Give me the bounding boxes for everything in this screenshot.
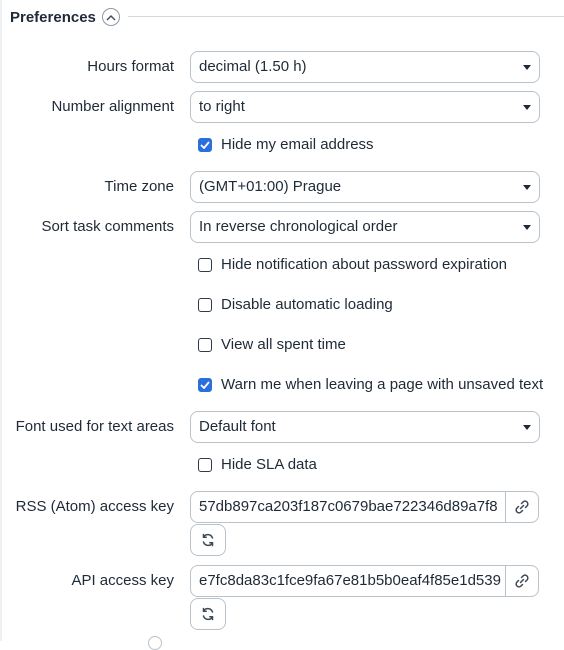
font-text-areas-value: Default font: [199, 418, 276, 435]
checkbox-checked-icon[interactable]: [198, 377, 212, 392]
font-text-areas-label: Font used for text areas: [15, 418, 174, 435]
disable-auto-loading-label: Disable automatic loading: [221, 296, 393, 313]
time-zone-value: (GMT+01:00) Prague: [199, 178, 342, 195]
sort-task-comments-label: Sort task comments: [41, 218, 174, 235]
sort-task-comments-value: In reverse chronological order: [199, 218, 398, 235]
api-key-field[interactable]: e7fc8da83c1fce9fa67e81b5b0eaf4f85e1d539: [190, 565, 506, 597]
hours-format-row: Hours format decimal (1.50 h): [0, 51, 564, 83]
refresh-icon: [202, 533, 214, 547]
time-zone-select[interactable]: (GMT+01:00) Prague: [190, 171, 540, 203]
copy-api-key-button[interactable]: [505, 565, 539, 597]
dropdown-caret-icon: [523, 65, 531, 70]
hide-password-notification-label: Hide notification about password expirat…: [221, 256, 508, 273]
section-title: Preferences: [10, 8, 96, 26]
next-section-toggle-icon[interactable]: [148, 636, 162, 650]
dropdown-caret-icon: [523, 425, 531, 430]
disable-auto-loading-checkbox[interactable]: Disable automatic loading: [198, 296, 393, 313]
regenerate-api-key-button[interactable]: [190, 598, 226, 630]
hide-email-label: Hide my email address: [221, 136, 374, 153]
link-icon: [515, 500, 529, 514]
dropdown-caret-icon: [523, 225, 531, 230]
collapse-toggle-button[interactable]: [101, 8, 120, 26]
view-all-spent-time-label: View all spent time: [221, 336, 346, 353]
api-key-label: API access key: [71, 572, 174, 589]
checkbox-checked-icon[interactable]: [198, 137, 212, 152]
sort-task-comments-row: Sort task comments In reverse chronologi…: [0, 211, 564, 243]
preferences-legend: Preferences: [10, 6, 120, 28]
dropdown-caret-icon: [523, 185, 531, 190]
sort-task-comments-select[interactable]: In reverse chronological order: [190, 211, 540, 243]
rss-key-value: 57db897ca203f187c0679bae722346d89a7f8: [199, 498, 498, 515]
hours-format-value: decimal (1.50 h): [199, 58, 307, 75]
hours-format-select[interactable]: decimal (1.50 h): [190, 51, 540, 83]
time-zone-row: Time zone (GMT+01:00) Prague: [0, 171, 564, 203]
view-all-spent-time-checkbox[interactable]: View all spent time: [198, 336, 346, 353]
link-icon: [515, 574, 529, 588]
font-text-areas-select[interactable]: Default font: [190, 411, 540, 443]
legend-divider: [128, 16, 564, 17]
hide-password-notification-checkbox[interactable]: Hide notification about password expirat…: [198, 256, 507, 273]
number-alignment-row: Number alignment to right: [0, 91, 564, 123]
number-alignment-value: to right: [199, 98, 245, 115]
api-key-row: API access key e7fc8da83c1fce9fa67e81b5b…: [0, 565, 564, 597]
font-text-areas-row: Font used for text areas Default font: [0, 411, 564, 443]
number-alignment-select[interactable]: to right: [190, 91, 540, 123]
hide-sla-data-label: Hide SLA data: [221, 456, 317, 473]
chevron-up-icon: [106, 14, 116, 20]
checkbox-unchecked-icon[interactable]: [198, 257, 212, 272]
regenerate-rss-key-button[interactable]: [190, 524, 226, 556]
warn-unsaved-text-checkbox[interactable]: Warn me when leaving a page with unsaved…: [198, 376, 543, 393]
time-zone-label: Time zone: [104, 178, 174, 195]
checkbox-unchecked-icon[interactable]: [198, 337, 212, 352]
hide-email-checkbox[interactable]: Hide my email address: [198, 136, 374, 153]
hide-sla-data-checkbox[interactable]: Hide SLA data: [198, 456, 317, 473]
dropdown-caret-icon: [523, 105, 531, 110]
rss-key-field[interactable]: 57db897ca203f187c0679bae722346d89a7f8: [190, 491, 506, 523]
checkbox-unchecked-icon[interactable]: [198, 457, 212, 472]
refresh-icon: [202, 607, 214, 621]
rss-key-row: RSS (Atom) access key 57db897ca203f187c0…: [0, 491, 564, 523]
copy-rss-key-button[interactable]: [505, 491, 539, 523]
number-alignment-label: Number alignment: [51, 98, 174, 115]
rss-key-label: RSS (Atom) access key: [15, 498, 174, 515]
hours-format-label: Hours format: [87, 58, 174, 75]
api-key-value: e7fc8da83c1fce9fa67e81b5b0eaf4f85e1d539: [199, 572, 501, 589]
checkbox-unchecked-icon[interactable]: [198, 297, 212, 312]
warn-unsaved-text-label: Warn me when leaving a page with unsaved…: [221, 376, 544, 393]
